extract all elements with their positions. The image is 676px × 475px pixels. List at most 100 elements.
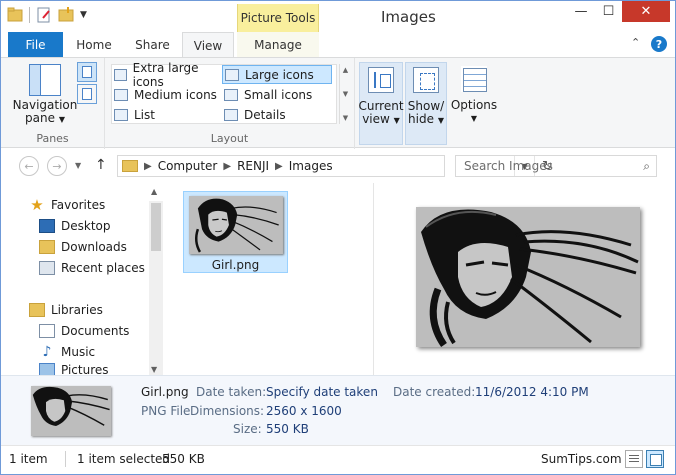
address-row: ← → ▼ ↑ ▶ Computer ▶ RENJI ▶ Images ▼ ↻ … — [1, 149, 675, 183]
properties-icon[interactable] — [36, 7, 52, 23]
navigation-pane: ★ Favorites Desktop Downloads Recent pla… — [1, 183, 163, 375]
title-bar: ▼ Picture Tools Images — ☐ ✕ — [1, 1, 675, 32]
tab-view[interactable]: View — [182, 32, 234, 58]
current-view-icon — [368, 67, 394, 93]
nav-desktop-label: Desktop — [61, 219, 111, 233]
close-button[interactable]: ✕ — [622, 1, 670, 22]
recent-places-icon — [39, 261, 55, 275]
breadcrumb-separator-icon[interactable]: ▶ — [223, 161, 231, 172]
forward-button[interactable]: → — [47, 156, 67, 176]
watermark-text: SumTips.com — [541, 452, 622, 466]
explorer-window: ▼ Picture Tools Images — ☐ ✕ File Home S… — [0, 0, 676, 475]
breadcrumb-separator-icon[interactable]: ▶ — [275, 161, 283, 172]
window-title: Images — [381, 8, 436, 26]
downloads-folder-icon — [39, 240, 55, 254]
details-pane-button[interactable] — [77, 84, 97, 104]
options-icon — [461, 66, 487, 92]
size-label: Size: — [233, 422, 262, 436]
nav-pictures[interactable]: Pictures — [39, 363, 109, 375]
details-file-name: Girl.png — [141, 385, 189, 399]
layout-item-label: List — [134, 107, 155, 122]
qat-divider — [29, 7, 30, 23]
navigation-pane-label-2: pane ▼ — [25, 111, 65, 125]
layout-small-icons[interactable]: Small icons — [222, 85, 332, 104]
breadcrumb-separator-icon[interactable]: ▶ — [144, 161, 152, 172]
layout-extra-large-icons[interactable]: Extra large icons — [112, 61, 222, 89]
chevron-up-icon[interactable]: ▲ — [343, 66, 348, 74]
options-dropdown-icon: ▼ — [470, 114, 478, 123]
panes-group: Navigation pane ▼ Panes — [1, 58, 105, 149]
size-value: 550 KB — [266, 422, 309, 436]
chevron-down-icon[interactable]: ▼ — [343, 90, 348, 98]
tab-file[interactable]: File — [8, 32, 63, 57]
item-count: 1 item — [9, 452, 48, 466]
nav-downloads[interactable]: Downloads — [39, 237, 127, 257]
nav-music[interactable]: ♪ Music — [39, 342, 96, 362]
help-icon[interactable]: ? — [651, 36, 667, 52]
search-icon[interactable]: ⌕ — [643, 159, 650, 174]
tab-home[interactable]: Home — [63, 32, 125, 57]
scrollbar-thumb[interactable] — [151, 203, 161, 251]
dimensions-value: 2560 x 1600 — [266, 404, 342, 418]
panes-group-label: Panes — [36, 132, 69, 145]
nav-documents[interactable]: Documents — [39, 321, 129, 341]
layout-details[interactable]: Details — [222, 105, 332, 124]
large-icons-view-icon[interactable] — [646, 450, 664, 468]
address-bar[interactable]: ▶ Computer ▶ RENJI ▶ Images ▼ ↻ — [117, 155, 553, 177]
show-hide-button[interactable]: Show/ hide ▼ — [405, 62, 447, 145]
nav-pane-scrollbar[interactable]: ▲ ▼ — [149, 187, 163, 375]
status-bar: 1 item 1 item selected 550 KB SumTips.co… — [1, 445, 675, 474]
minimize-button[interactable]: — — [567, 1, 595, 22]
layout-gallery-scroll[interactable]: ▲ ▼ ▼ — [339, 64, 351, 124]
collapse-ribbon-icon[interactable]: ⌃ — [631, 36, 640, 49]
back-button[interactable]: ← — [19, 156, 39, 176]
layout-large-icons[interactable]: Large icons — [222, 65, 332, 84]
up-arrow-icon[interactable]: ↑ — [95, 157, 107, 173]
details-pane-icon — [82, 88, 92, 100]
breadcrumb-computer[interactable]: Computer — [158, 159, 218, 173]
nav-desktop[interactable]: Desktop — [39, 216, 111, 236]
nav-documents-label: Documents — [61, 324, 130, 338]
tab-share[interactable]: Share — [125, 32, 180, 57]
layout-list[interactable]: List — [112, 105, 222, 124]
customize-qat-dropdown-icon[interactable]: ▼ — [80, 10, 87, 20]
layout-group-label: Layout — [210, 132, 249, 145]
current-view-button[interactable]: Current view ▼ — [358, 62, 404, 145]
selected-count: 1 item selected — [77, 452, 171, 466]
file-item-girl[interactable]: Girl.png — [183, 191, 288, 273]
nav-libraries[interactable]: Libraries — [29, 300, 103, 320]
list-icon — [114, 108, 128, 121]
chevron-up-icon[interactable]: ▲ — [151, 187, 157, 196]
girl-thumbnail-image — [189, 196, 283, 254]
girl-preview-image — [416, 207, 640, 347]
search-input[interactable]: Search Images ⌕ — [455, 155, 657, 177]
recent-locations-dropdown-icon[interactable]: ▼ — [75, 161, 81, 170]
folder-icon — [122, 160, 138, 172]
preview-pane-button[interactable] — [77, 62, 97, 82]
preview-pane-icon — [82, 66, 92, 78]
nav-favorites[interactable]: ★ Favorites — [29, 195, 105, 215]
more-icon[interactable]: ▼ — [343, 114, 348, 122]
current-view-label-2: view ▼ — [362, 112, 400, 126]
breadcrumb-images[interactable]: Images — [289, 159, 333, 173]
pictures-icon — [39, 363, 55, 375]
navigation-pane-button[interactable]: Navigation pane ▼ — [13, 64, 77, 126]
new-folder-icon[interactable] — [58, 7, 74, 23]
maximize-button[interactable]: ☐ — [595, 1, 622, 22]
details-icon — [224, 108, 238, 121]
nav-libraries-label: Libraries — [51, 303, 103, 317]
layout-item-label: Details — [244, 107, 286, 122]
chevron-down-icon[interactable]: ▼ — [151, 365, 157, 374]
show-hide-icon — [413, 67, 439, 93]
details-view-icon[interactable] — [625, 450, 643, 468]
breadcrumb-renji[interactable]: RENJI — [237, 159, 269, 173]
options-button[interactable]: Options ▼ — [449, 62, 499, 145]
date-taken-field[interactable]: Specify date taken — [266, 385, 378, 399]
status-divider — [65, 451, 66, 467]
nav-recent-places-label: Recent places — [61, 261, 145, 275]
nav-recent-places[interactable]: Recent places — [39, 258, 145, 278]
layout-medium-icons[interactable]: Medium icons — [112, 85, 222, 104]
preview-pane — [373, 183, 675, 375]
layout-item-label: Large icons — [245, 67, 314, 82]
tab-manage[interactable]: Manage — [237, 32, 319, 57]
